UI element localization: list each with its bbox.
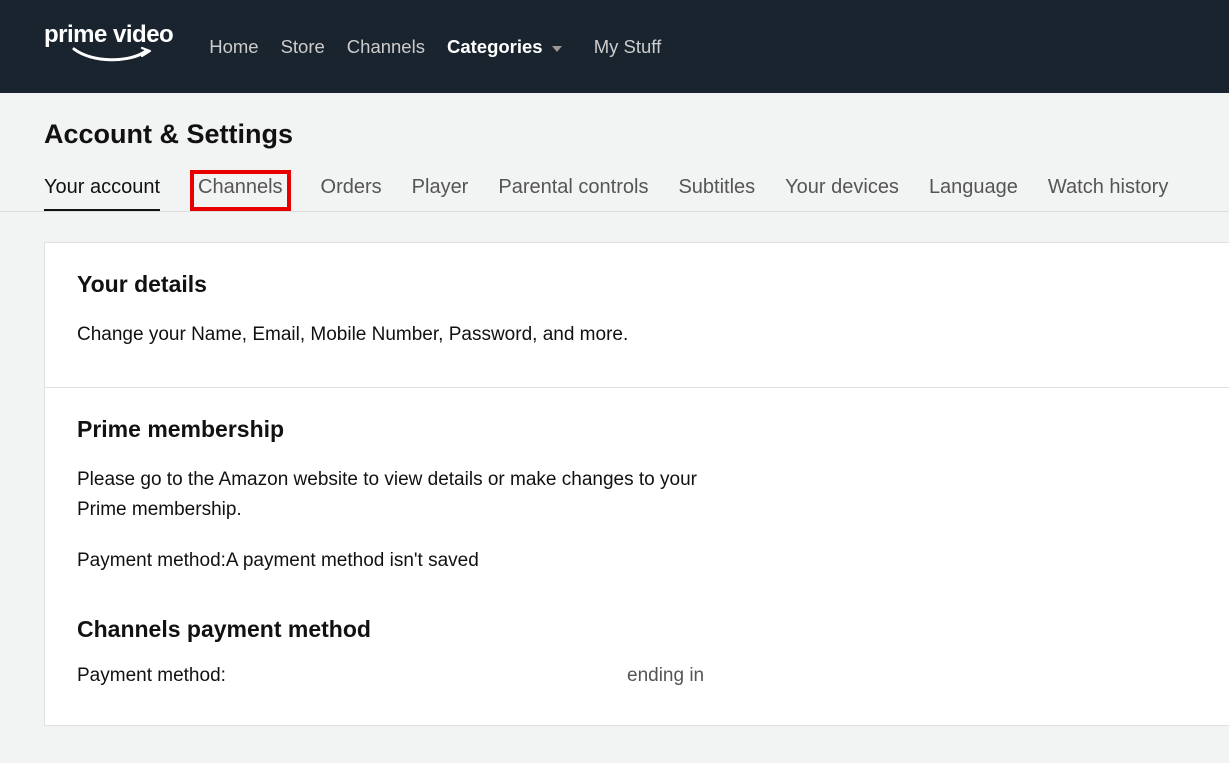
prime-payment-line: Payment method:A payment method isn't sa…: [77, 546, 737, 575]
your-details-desc: Change your Name, Email, Mobile Number, …: [77, 320, 737, 349]
chevron-down-icon: [552, 36, 562, 58]
nav-categories-label: Categories: [447, 36, 543, 57]
prime-desc: Please go to the Amazon website to view …: [77, 465, 737, 524]
settings-tabs: Your account Channels Orders Player Pare…: [0, 176, 1229, 212]
section-prime-membership: Prime membership Please go to the Amazon…: [45, 388, 1229, 724]
tab-your-account[interactable]: Your account: [44, 176, 160, 211]
tab-subtitles[interactable]: Subtitles: [678, 176, 755, 211]
nav-store[interactable]: Store: [281, 36, 325, 58]
prime-video-logo[interactable]: prime video: [44, 23, 173, 71]
tab-player[interactable]: Player: [412, 176, 469, 211]
smile-icon: [72, 45, 173, 71]
nav-home[interactable]: Home: [209, 36, 258, 58]
settings-card: Your details Change your Name, Email, Mo…: [44, 242, 1229, 726]
top-nav-header: prime video Home Store Channels Categori…: [0, 0, 1229, 93]
nav-my-stuff[interactable]: My Stuff: [594, 36, 662, 58]
tab-your-devices[interactable]: Your devices: [785, 176, 899, 211]
section-your-details[interactable]: Your details Change your Name, Email, Mo…: [45, 243, 1229, 388]
logo-text: prime video: [44, 23, 173, 47]
tab-parental-controls[interactable]: Parental controls: [498, 176, 648, 211]
your-details-title: Your details: [77, 271, 1197, 298]
tab-language[interactable]: Language: [929, 176, 1018, 211]
section-channels-payment: Channels payment method Payment method: …: [77, 616, 1197, 687]
main-nav: Home Store Channels Categories My Stuff: [209, 36, 661, 58]
page-title: Account & Settings: [0, 93, 1229, 150]
tab-orders[interactable]: Orders: [321, 176, 382, 211]
prime-title: Prime membership: [77, 416, 1197, 443]
tab-watch-history[interactable]: Watch history: [1048, 176, 1168, 211]
nav-categories[interactable]: Categories: [447, 36, 562, 58]
channels-payment-row: Payment method: ending in: [77, 665, 1197, 687]
nav-channels[interactable]: Channels: [347, 36, 425, 58]
tab-channels[interactable]: Channels: [190, 170, 291, 211]
channels-payment-label: Payment method:: [77, 665, 627, 687]
channels-payment-title: Channels payment method: [77, 616, 1197, 643]
channels-payment-value: ending in: [627, 665, 704, 687]
